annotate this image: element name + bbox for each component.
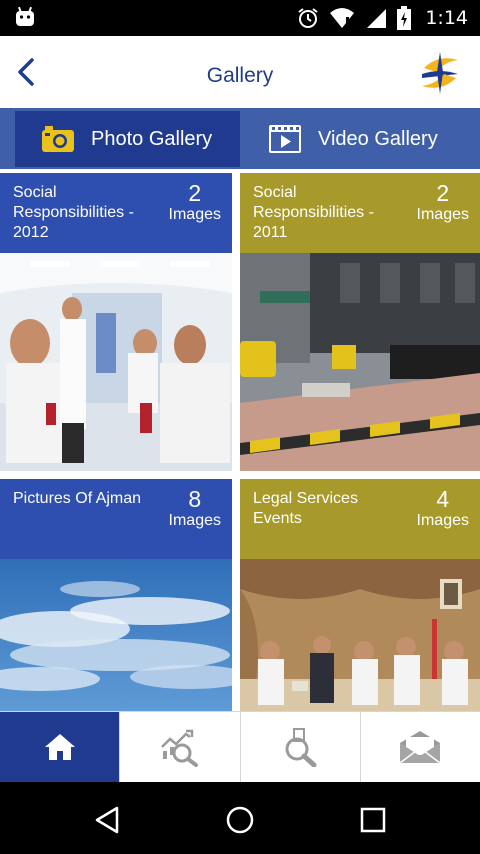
status-bar: 1:14	[0, 0, 480, 36]
album-count: 2 Images	[417, 180, 469, 224]
album-title: Social Responsibilities - 2012	[13, 184, 134, 241]
video-icon	[269, 125, 301, 153]
album-count-number: 2	[436, 180, 450, 206]
system-nav-bar	[0, 782, 480, 854]
album-title: Pictures Of Ajman	[13, 490, 142, 507]
search-icon	[285, 728, 317, 767]
system-home-button[interactable]	[220, 800, 260, 840]
album-count-unit: Images	[168, 512, 221, 529]
album-count: 4 Images	[417, 486, 469, 530]
album-count: 8 Images	[169, 486, 221, 530]
camera-icon	[42, 126, 74, 152]
android-icon	[16, 7, 34, 26]
gallery-tabs: Photo Gallery Video Gallery	[0, 108, 480, 169]
album-card[interactable]: Legal Services Events 4 Images	[240, 479, 480, 711]
app-logo	[422, 52, 458, 94]
mail-icon	[399, 731, 441, 764]
wifi-icon	[330, 8, 355, 28]
nav-mail[interactable]	[359, 712, 480, 782]
album-title: Social Responsibilities - 2011	[253, 184, 374, 241]
nav-chart-search[interactable]	[119, 712, 239, 782]
album-header: Social Responsibilities - 2011 2 Images	[240, 173, 480, 253]
tab-photo-gallery[interactable]: Photo Gallery	[15, 111, 240, 167]
nav-home[interactable]	[0, 712, 120, 782]
bottom-nav	[0, 711, 480, 782]
chart-search-icon	[160, 729, 198, 767]
album-card[interactable]: Social Responsibilities - 2012 2 Images	[0, 173, 232, 471]
album-thumbnail	[240, 559, 480, 711]
album-header: Legal Services Events 4 Images	[240, 479, 480, 559]
album-header: Pictures Of Ajman 8 Images	[0, 479, 232, 559]
album-card[interactable]: Social Responsibilities - 2011 2 Images	[240, 173, 480, 471]
tab-video-gallery[interactable]: Video Gallery	[240, 111, 480, 167]
app-header: Gallery	[0, 36, 480, 108]
album-count: 2 Images	[169, 180, 221, 224]
recents-square-icon	[360, 807, 386, 833]
tab-video-gallery-label: Video Gallery	[318, 127, 438, 150]
album-count-number: 8	[188, 486, 202, 512]
album-header: Social Responsibilities - 2012 2 Images	[0, 173, 232, 253]
home-circle-icon	[226, 806, 254, 834]
album-title: Legal Services Events	[253, 490, 358, 527]
album-count-unit: Images	[416, 206, 469, 223]
battery-icon	[397, 6, 412, 30]
album-count-unit: Images	[416, 512, 469, 529]
album-thumbnail	[240, 253, 480, 471]
alarm-icon	[298, 8, 318, 28]
nav-search[interactable]	[239, 712, 360, 782]
chevron-left-icon	[18, 58, 34, 86]
system-back-button[interactable]	[87, 800, 127, 840]
home-icon	[44, 734, 75, 760]
album-count-number: 4	[436, 486, 450, 512]
album-grid: Social Responsibilities - 2012 2 Images	[0, 173, 480, 711]
album-count-unit: Images	[168, 206, 221, 223]
album-thumbnail	[0, 559, 232, 711]
album-count-number: 2	[188, 180, 202, 206]
page-title: Gallery	[206, 64, 274, 87]
back-triangle-icon	[95, 806, 119, 834]
status-time: 1:14	[425, 7, 468, 29]
album-thumbnail	[0, 253, 232, 471]
system-recents-button[interactable]	[353, 800, 393, 840]
tab-photo-gallery-label: Photo Gallery	[91, 127, 213, 150]
signal-icon	[367, 9, 387, 28]
album-card[interactable]: Pictures Of Ajman 8 Images	[0, 479, 232, 711]
back-button[interactable]	[6, 50, 46, 94]
